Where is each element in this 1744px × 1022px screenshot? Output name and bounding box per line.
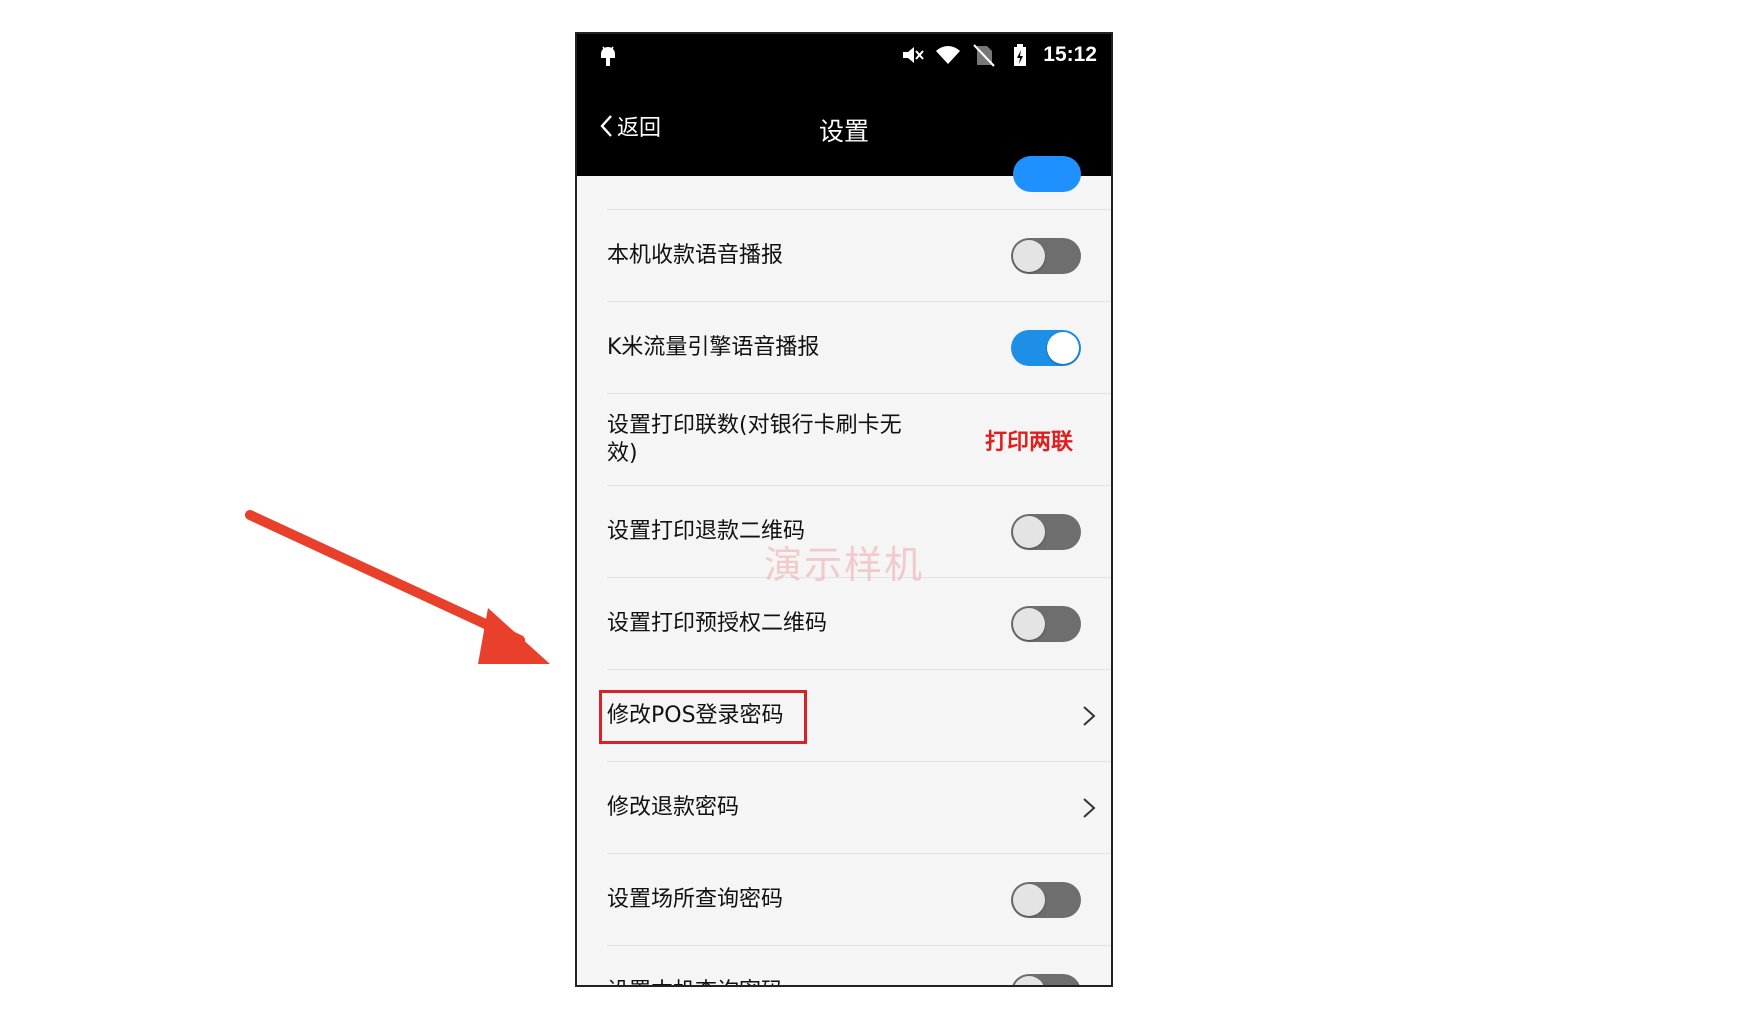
toggle-knob: [1013, 608, 1045, 640]
chevron-right-icon: [1083, 798, 1096, 818]
print-copies-value[interactable]: 打印两联: [985, 424, 1073, 456]
setting-row-kmi-voice[interactable]: K米流量引擎语音播报: [577, 302, 1111, 394]
setting-label: 设置场所查询密码: [607, 887, 784, 912]
toggle-venue-password[interactable]: [1011, 882, 1081, 918]
setting-row-pos-password[interactable]: 修改POS登录密码: [577, 670, 1111, 762]
toggle-preauth-qr[interactable]: [1011, 606, 1081, 642]
screenshot-stage: 15:12 返回 设置 本机收款语音播报 K米流量引擎语音播报 设置打印联数(对…: [0, 0, 1744, 1022]
toggle-knob: [1047, 332, 1079, 364]
phone-screen: 15:12 返回 设置 本机收款语音播报 K米流量引擎语音播报 设置打印联数(对…: [575, 32, 1113, 987]
chevron-right-icon: [1083, 706, 1096, 726]
page-title: 设置: [818, 117, 869, 146]
toggle-partial[interactable]: [1013, 156, 1081, 192]
setting-row-local-password[interactable]: 设置本机查询密码: [577, 946, 1111, 985]
list-item-partial: [577, 156, 1111, 210]
settings-list: 本机收款语音播报 K米流量引擎语音播报 设置打印联数(对银行卡刷卡无效) 打印两…: [577, 156, 1111, 985]
setting-row-local-voice[interactable]: 本机收款语音播报: [577, 210, 1111, 302]
no-sim-icon: [973, 44, 996, 67]
wifi-icon: [936, 46, 961, 64]
setting-row-refund-password[interactable]: 修改退款密码: [577, 762, 1111, 854]
toggle-local-voice[interactable]: [1011, 238, 1081, 274]
mute-icon: [903, 47, 925, 63]
setting-label: 设置本机查询密码: [607, 978, 783, 985]
setting-label: 设置打印联数(对银行卡刷卡无效): [607, 413, 902, 466]
setting-label: 修改退款密码: [607, 795, 740, 820]
android-icon: [601, 46, 615, 66]
setting-row-venue-password[interactable]: 设置场所查询密码: [577, 854, 1111, 946]
status-time: 15:12: [1043, 43, 1097, 66]
setting-row-refund-qr[interactable]: 设置打印退款二维码: [577, 486, 1111, 578]
setting-label: 本机收款语音播报: [607, 243, 784, 268]
setting-label: 设置打印预授权二维码: [607, 611, 828, 636]
toggle-refund-qr[interactable]: [1011, 514, 1081, 550]
status-icons: 15:12: [899, 40, 1097, 70]
toggle-kmi-voice[interactable]: [1011, 330, 1081, 366]
toggle-knob: [1013, 516, 1045, 548]
setting-row-preauth-qr[interactable]: 设置打印预授权二维码: [577, 578, 1111, 670]
status-bar: 15:12: [577, 34, 1111, 76]
setting-label: 设置打印退款二维码: [607, 519, 806, 544]
battery-charging-icon: [1014, 44, 1027, 66]
setting-row-print-copies[interactable]: 设置打印联数(对银行卡刷卡无效) 打印两联: [577, 394, 1111, 486]
toggle-knob: [1013, 884, 1045, 916]
toggle-knob: [1013, 240, 1045, 272]
setting-label: 修改POS登录密码: [607, 703, 784, 728]
toggle-local-password[interactable]: [1011, 974, 1081, 985]
toggle-knob: [1013, 976, 1045, 985]
setting-label: K米流量引擎语音播报: [607, 335, 820, 360]
